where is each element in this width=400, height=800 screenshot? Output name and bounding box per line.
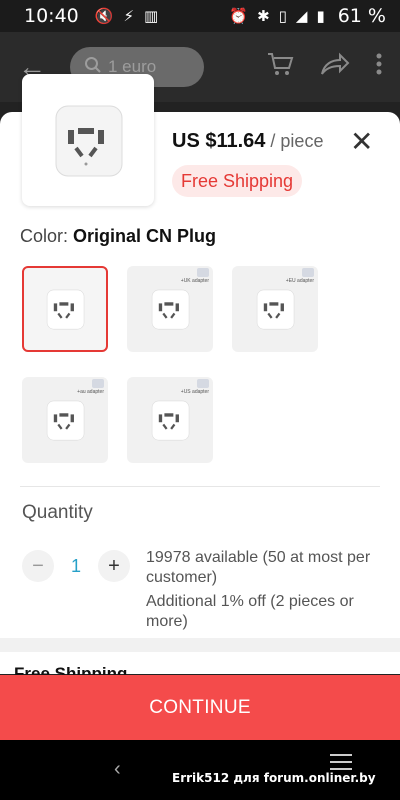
color-option-cn-plug[interactable]: [22, 266, 108, 352]
cart-icon[interactable]: [266, 51, 294, 84]
quantity-stepper: − 1 +: [22, 550, 130, 582]
availability-text: 19978 available (50 at most per customer…: [146, 549, 371, 586]
battery-percent: 61 %: [337, 5, 386, 27]
bluetooth-icon: ✱: [257, 8, 270, 25]
section-separator: [0, 638, 400, 652]
quantity-label: Quantity: [22, 502, 93, 523]
quantity-value[interactable]: 1: [54, 556, 98, 577]
mobile-signal-icon: ◢: [295, 8, 308, 25]
color-option-us-adapter[interactable]: +US adapter: [127, 377, 213, 463]
selected-color-name: Original CN Plug: [73, 226, 217, 246]
smart-plug-image: [256, 289, 295, 330]
smart-plug-image: [46, 400, 85, 441]
smart-plug-image: [151, 289, 190, 330]
status-bar: 10:40 🔇 ⚡ ▥ ⏰ ✱ ▯ ◢ ▮ 61 %: [0, 0, 400, 32]
smart-plug-image: [46, 289, 85, 330]
adapter-icon: [92, 379, 104, 388]
status-time: 10:40: [24, 5, 79, 27]
color-option-uk-adapter[interactable]: +UK adapter: [127, 266, 213, 352]
color-label: Color: Original CN Plug: [20, 226, 217, 246]
adapter-icon: [197, 379, 209, 388]
color-option-eu-adapter[interactable]: +EU adapter: [232, 266, 318, 352]
nav-back-icon[interactable]: ‹: [114, 758, 121, 781]
continue-button[interactable]: CONTINUE: [0, 675, 400, 740]
close-icon[interactable]: ✕: [350, 128, 373, 156]
adapter-icon: [197, 268, 209, 277]
vibrate-icon: ▯: [278, 8, 287, 25]
signal-bars-icon: ▥: [144, 8, 159, 25]
decrease-button[interactable]: −: [22, 550, 54, 582]
availability-info: 19978 available (50 at most per customer…: [146, 548, 386, 632]
free-shipping-badge: Free Shipping: [172, 165, 303, 197]
price: US $11.64: [172, 130, 266, 152]
color-option-au-adapter[interactable]: +au adapter: [22, 377, 108, 463]
smart-plug-image: [55, 105, 123, 177]
product-thumbnail[interactable]: [22, 74, 154, 206]
more-vert-icon[interactable]: [376, 53, 382, 82]
battery-icon: ▮: [316, 8, 325, 25]
nav-menu-icon[interactable]: [330, 754, 352, 775]
system-nav-bar: ‹ Errik512 для forum.onliner.by: [0, 740, 400, 800]
adapter-icon: [302, 268, 314, 277]
price-unit: / piece: [270, 131, 324, 151]
bulk-discount-text: Additional 1% off (2 pieces or more): [146, 593, 354, 630]
share-icon[interactable]: [320, 52, 350, 83]
divider: [20, 486, 380, 487]
flash-icon: ⚡: [123, 8, 134, 25]
alarm-icon: ⏰: [229, 8, 249, 25]
smart-plug-image: [151, 400, 190, 441]
mute-icon: 🔇: [94, 8, 114, 25]
increase-button[interactable]: +: [98, 550, 130, 582]
